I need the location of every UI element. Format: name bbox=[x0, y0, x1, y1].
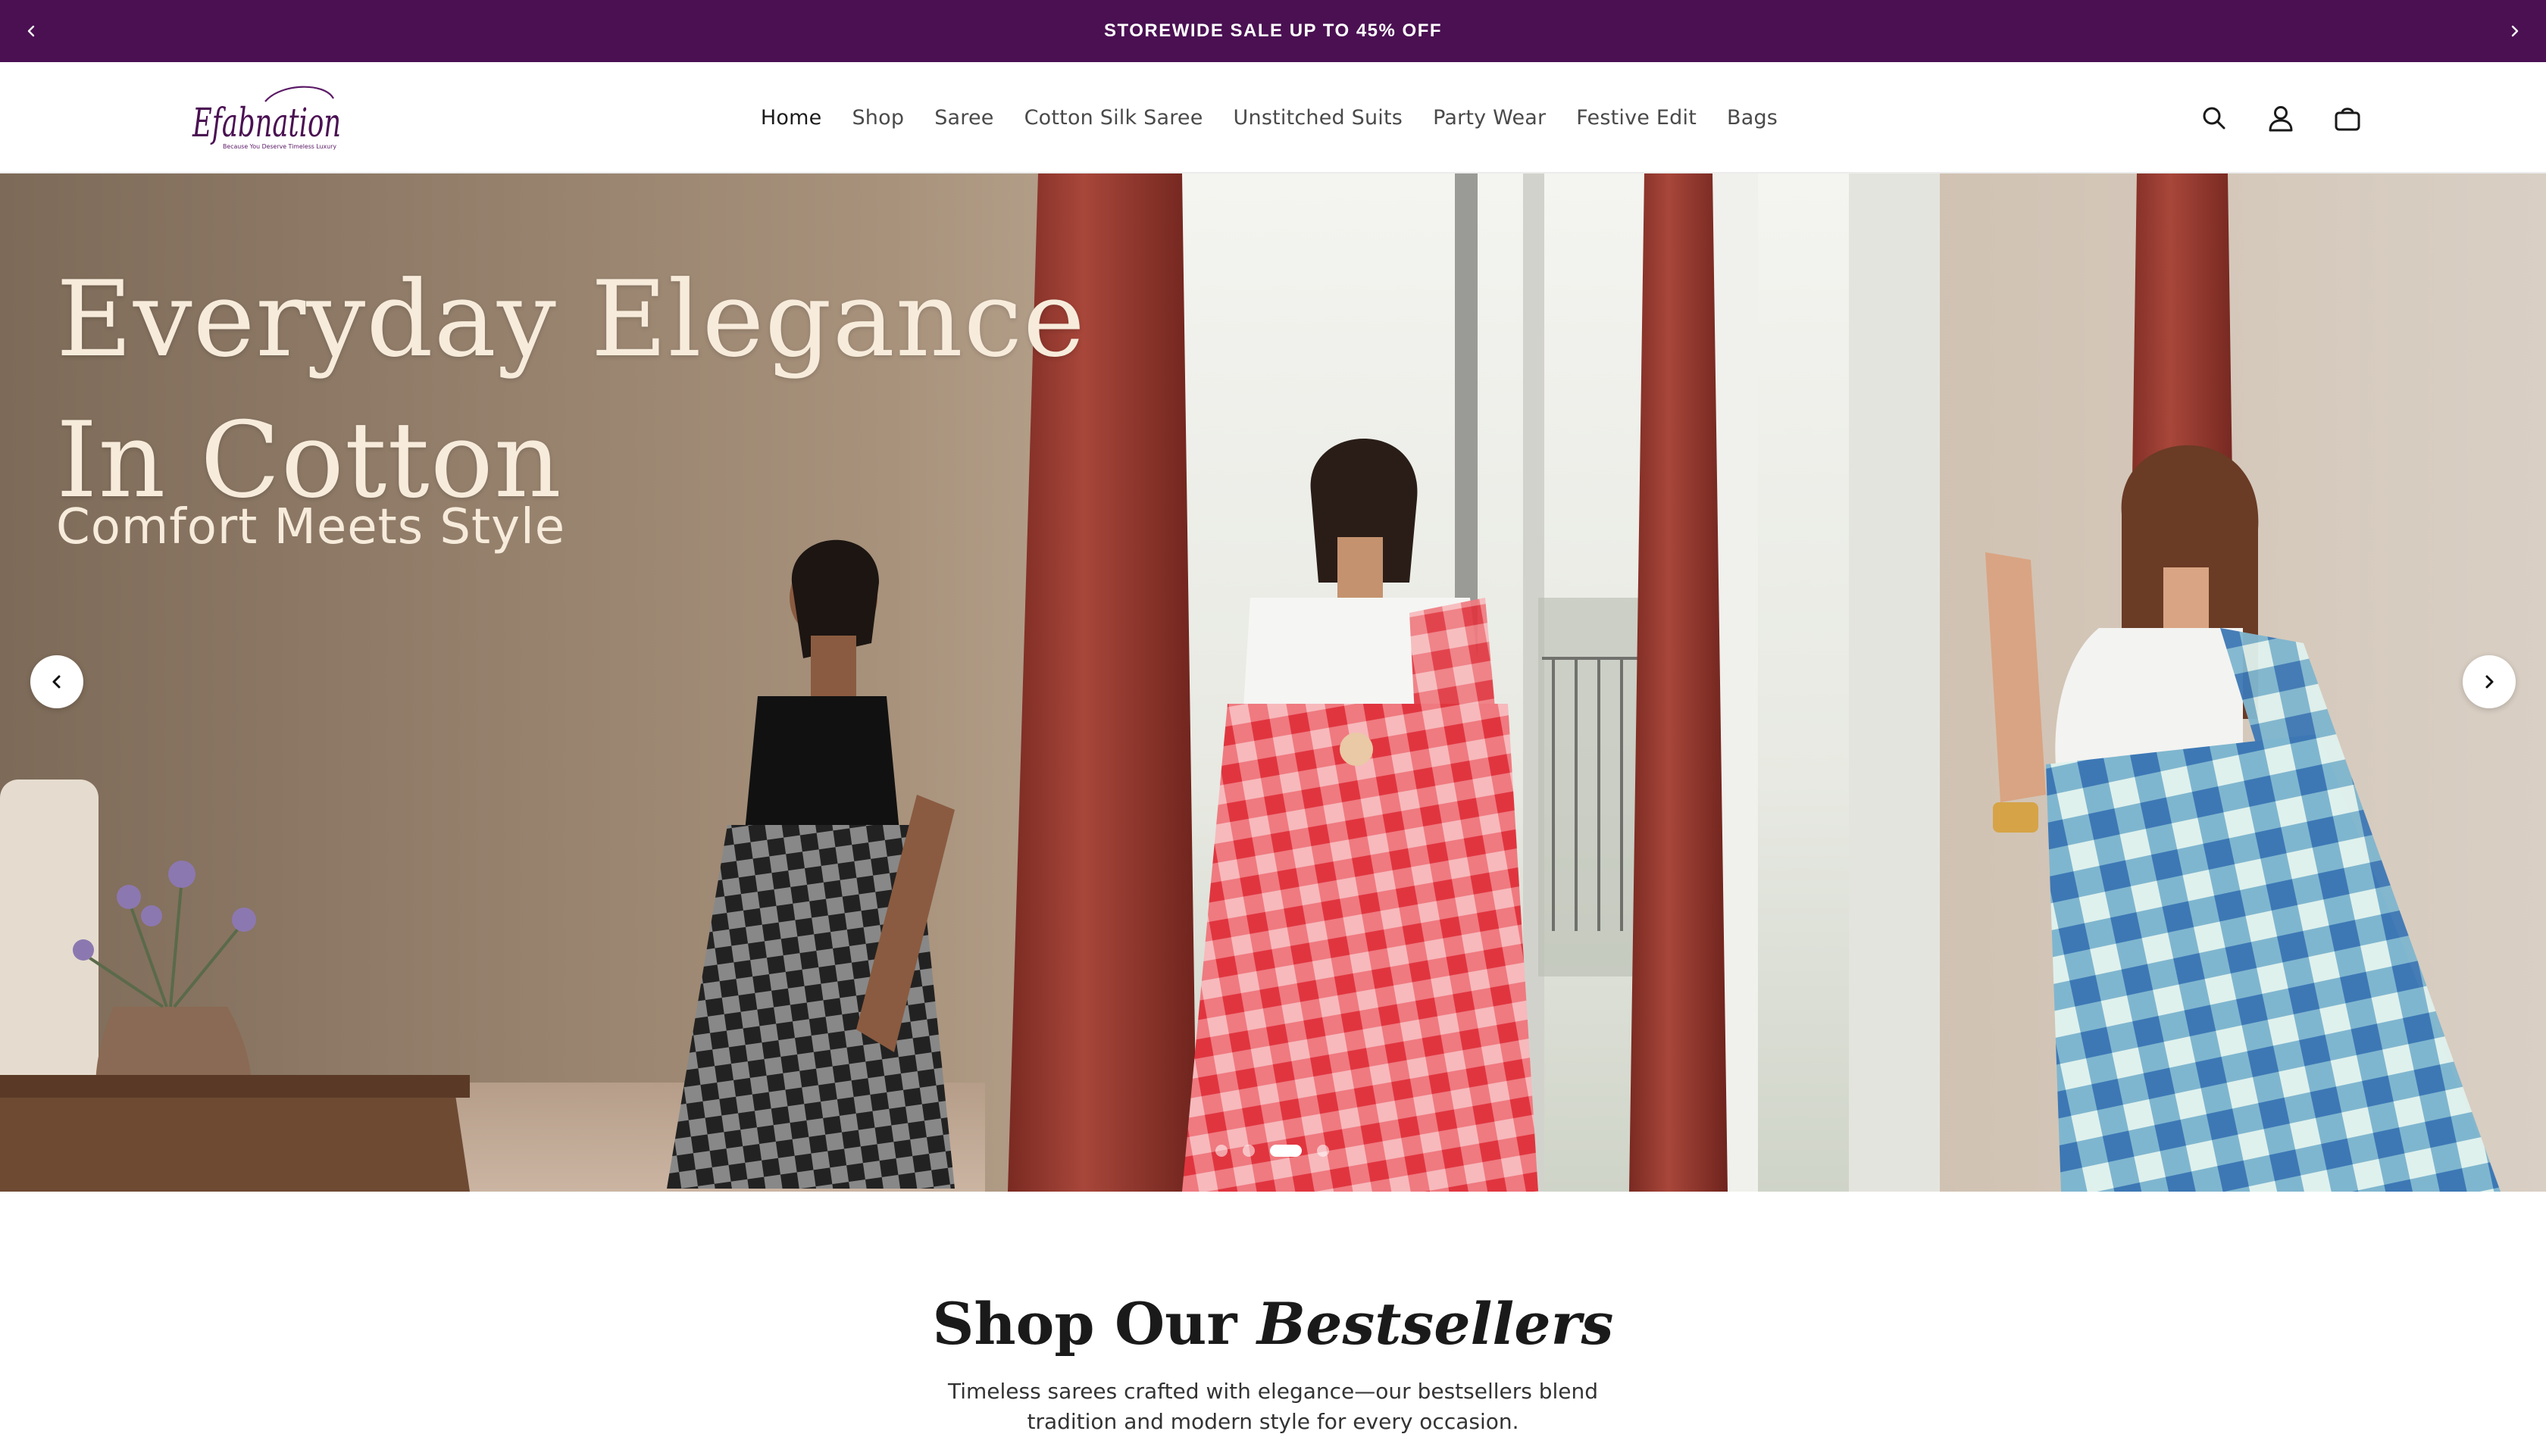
nav-party-wear[interactable]: Party Wear bbox=[1433, 106, 1546, 130]
bestsellers-description: Timeless sarees crafted with elegance—ou… bbox=[947, 1379, 1599, 1434]
slide-dot-4[interactable] bbox=[1317, 1145, 1329, 1157]
announcement-text: STOREWIDE SALE UP TO 45% OFF bbox=[1103, 20, 1443, 41]
search-button[interactable] bbox=[2197, 102, 2231, 135]
announcement-prev-button[interactable] bbox=[0, 0, 62, 62]
hero-title: Everyday Elegance In Cotton bbox=[56, 249, 1086, 531]
bestsellers-title-regular: Shop Our bbox=[932, 1290, 1237, 1358]
nav-cotton-silk-saree[interactable]: Cotton Silk Saree bbox=[1024, 106, 1203, 130]
announcement-next-button[interactable] bbox=[2484, 0, 2546, 62]
chevron-left-icon bbox=[27, 25, 35, 37]
slide-dot-2[interactable] bbox=[1243, 1145, 1255, 1157]
hero-title-line1: Everyday Elegance bbox=[56, 258, 1086, 380]
cart-button[interactable] bbox=[2331, 102, 2364, 135]
hero-banner: Everyday Elegance In Cotton Comfort Meet… bbox=[0, 173, 2546, 1192]
nav-unstitched-suits[interactable]: Unstitched Suits bbox=[1234, 106, 1403, 130]
cart-icon bbox=[2335, 107, 2360, 130]
nav-bags[interactable]: Bags bbox=[1727, 106, 1778, 130]
hero-subtitle: Comfort Meets Style bbox=[56, 499, 566, 555]
bestsellers-section: Shop Our Bestsellers Timeless sarees cra… bbox=[0, 1192, 2546, 1456]
header-actions bbox=[2197, 62, 2364, 173]
nav-saree[interactable]: Saree bbox=[934, 106, 993, 130]
account-icon bbox=[2269, 105, 2293, 131]
chevron-left-icon bbox=[52, 675, 61, 689]
nav-shop[interactable]: Shop bbox=[852, 106, 904, 130]
chevron-right-icon bbox=[2485, 675, 2494, 689]
nav-festive-edit[interactable]: Festive Edit bbox=[1576, 106, 1697, 130]
chevron-right-icon bbox=[2511, 25, 2519, 37]
site-header: Efabnation Because You Deserve Timeless … bbox=[0, 62, 2546, 173]
account-button[interactable] bbox=[2264, 102, 2297, 135]
announcement-bar: STOREWIDE SALE UP TO 45% OFF bbox=[0, 0, 2546, 62]
hero-next-button[interactable] bbox=[2463, 655, 2516, 708]
slide-dot-3-active[interactable] bbox=[1270, 1145, 1302, 1157]
search-icon bbox=[2203, 107, 2225, 129]
slide-dot-1[interactable] bbox=[1215, 1145, 1228, 1157]
bestsellers-title-italic: Bestsellers bbox=[1256, 1290, 1614, 1358]
slide-indicators bbox=[1215, 1145, 1329, 1157]
nav-home[interactable]: Home bbox=[761, 106, 822, 130]
bestsellers-title: Shop Our Bestsellers bbox=[0, 1290, 2546, 1358]
hero-prev-button[interactable] bbox=[30, 655, 83, 708]
main-nav: Home Shop Saree Cotton Silk Saree Unstit… bbox=[0, 62, 2546, 173]
